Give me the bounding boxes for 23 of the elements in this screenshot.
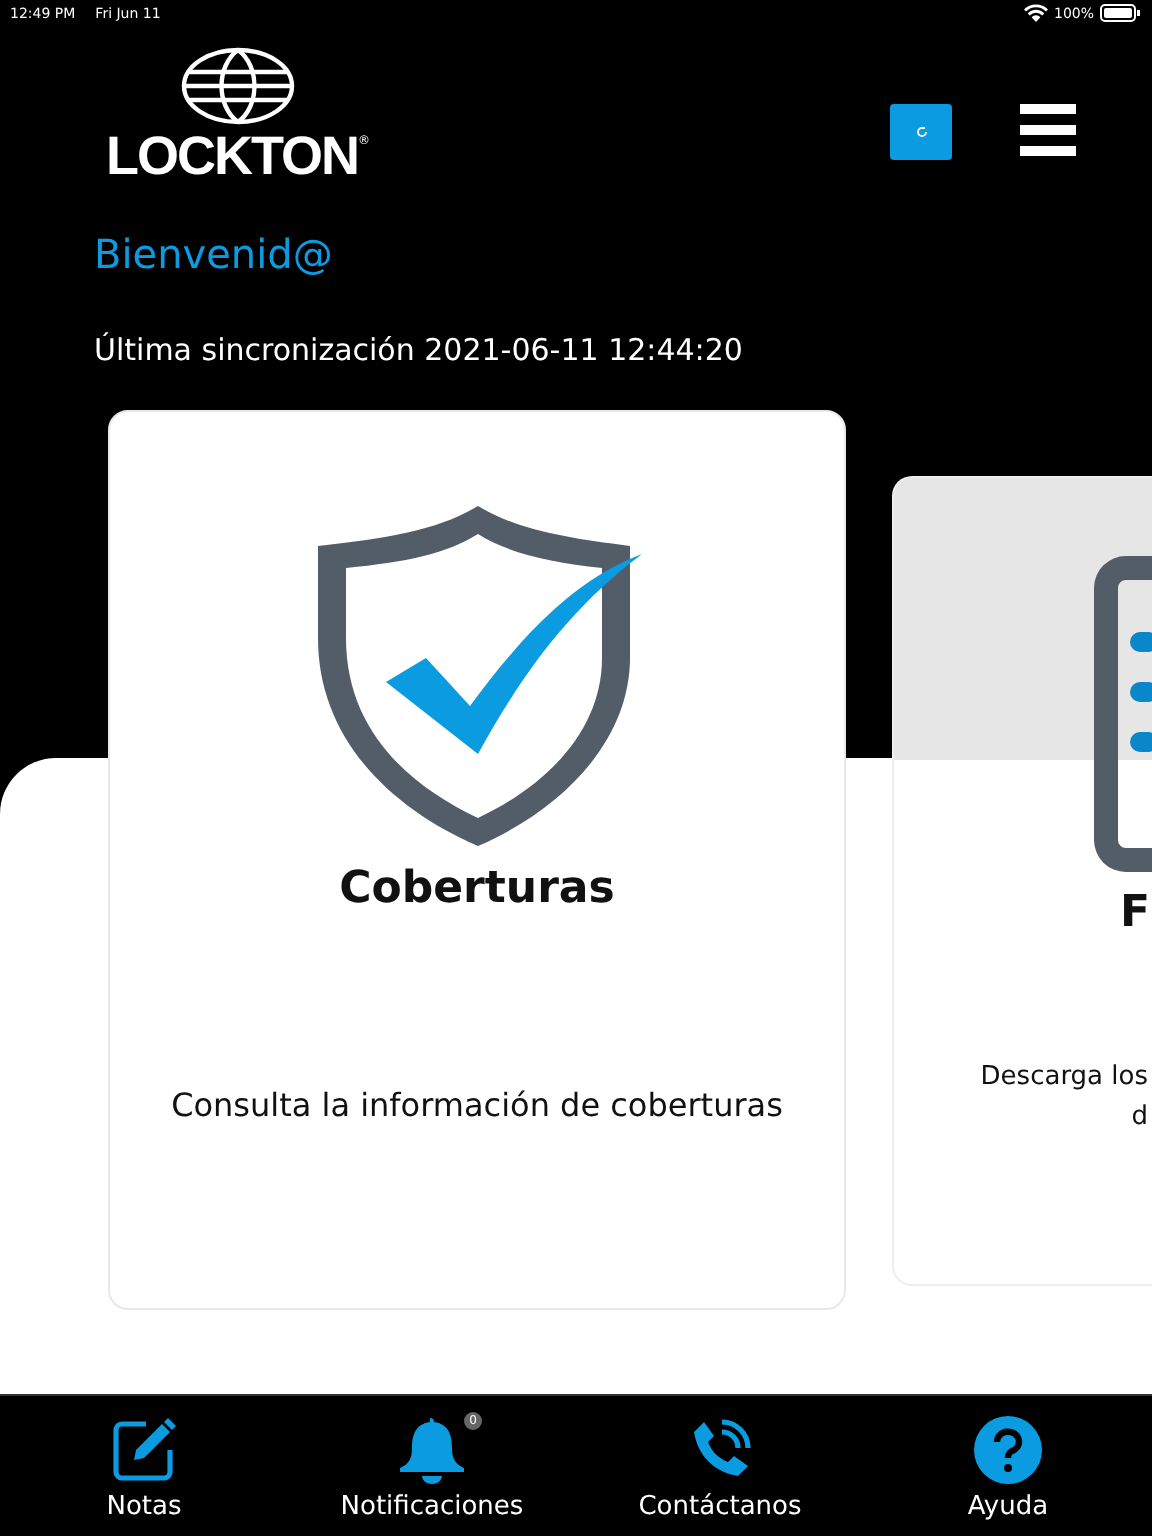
document-list-icon [1094, 556, 1152, 872]
battery-icon [1100, 4, 1140, 22]
card-title: F [1119, 888, 1152, 938]
tab-item[interactable]: Contáctanos [590, 1396, 850, 1536]
coverage-card[interactable]: Coberturas Consulta la información de coberturas [108, 410, 846, 1310]
globe-icon [180, 46, 296, 126]
refresh-icon [915, 126, 927, 138]
menu-icon [1020, 104, 1076, 156]
wifi-icon [1023, 4, 1048, 22]
card-description: Descarga los [980, 1060, 1148, 1096]
edit-icon [110, 1416, 178, 1484]
welcome-heading: Bienvenid@ [92, 228, 335, 282]
tab-item[interactable]: Ayuda [878, 1396, 1138, 1536]
card-description: d [1131, 1100, 1148, 1136]
tab-item[interactable]: Notas [14, 1396, 274, 1536]
logo-text: LOCKTON [106, 126, 358, 186]
last-sync-text: Última sincronización 2021-06-11 12:44:20 [92, 330, 745, 372]
help-icon [974, 1416, 1042, 1484]
card-title: Coberturas [339, 864, 615, 914]
bell-icon [396, 1414, 468, 1486]
card-description: Consulta la información de coberturas [171, 1086, 783, 1124]
menu-button[interactable] [1020, 104, 1076, 162]
documents-card[interactable]: F Descarga los d [892, 476, 1152, 1286]
